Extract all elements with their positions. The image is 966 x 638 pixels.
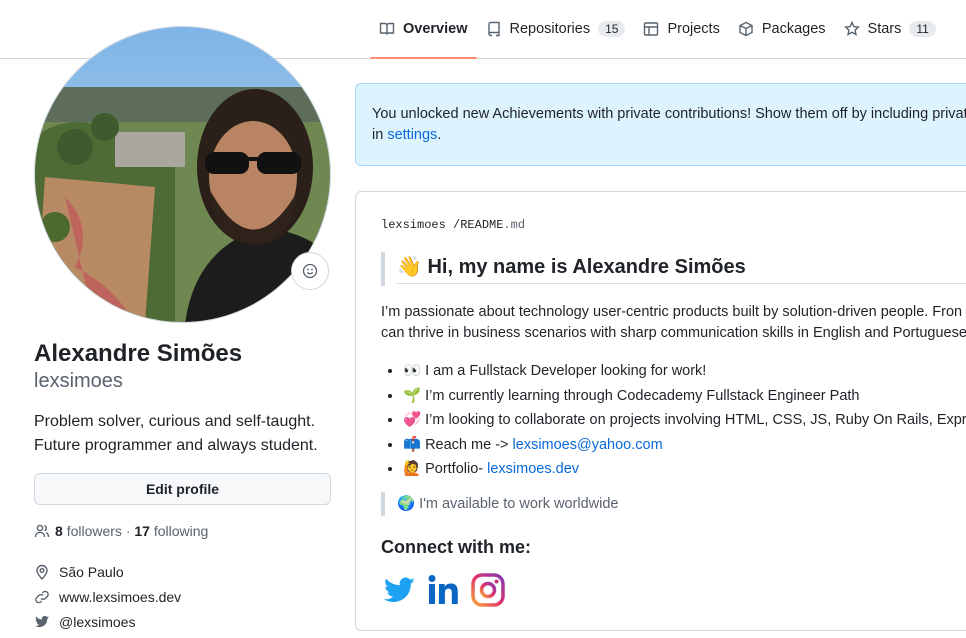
readme-card: lexsimoes /README.md 👋 Hi, my name is Al… xyxy=(355,191,966,631)
bullet-text: 🙋 Portfolio- xyxy=(403,461,484,477)
set-status-button[interactable] xyxy=(291,252,329,290)
bio-line: Problem solver, curious and self-taught. xyxy=(34,413,316,430)
tab-repositories[interactable]: Repositories 15 xyxy=(477,0,635,58)
location-icon xyxy=(36,564,48,580)
edit-profile-button[interactable]: Edit profile xyxy=(34,473,331,505)
banner-text2: in xyxy=(372,127,384,143)
book-icon xyxy=(379,22,395,35)
twitter-handle[interactable]: @lexsimoes xyxy=(59,614,135,630)
list-item: 🙋 Portfolio- lexsimoes.dev xyxy=(403,457,966,482)
avatar[interactable] xyxy=(34,26,331,323)
tab-stars-label: Stars xyxy=(867,21,902,37)
followers-label: followers xyxy=(66,523,122,539)
intro-line: I’m passionate about technology user-cen… xyxy=(381,304,963,320)
banner-line2: in settings. xyxy=(372,125,966,146)
following-link[interactable]: 17 following xyxy=(134,523,208,539)
list-item: 💞️ I’m looking to collaborate on project… xyxy=(403,408,966,433)
table-icon xyxy=(644,22,659,36)
readme-owner[interactable]: lexsimoes xyxy=(381,218,446,232)
connect-heading: Connect with me: xyxy=(381,537,532,557)
banner-tail: . xyxy=(437,127,442,143)
banner-text: You unlocked new Achievements with priva… xyxy=(372,106,966,122)
list-item: 👀 I am a Fullstack Developer looking for… xyxy=(403,359,966,384)
followers-link[interactable]: 8 followers xyxy=(55,523,122,539)
intro-line: can thrive in business scenarios with sh… xyxy=(381,325,966,341)
tab-packages[interactable]: Packages xyxy=(729,0,835,58)
repo-icon xyxy=(487,21,500,37)
follow-stats: 8 followers · 17 following xyxy=(34,523,208,539)
readme-path: lexsimoes /README.md xyxy=(381,218,525,232)
smiley-icon xyxy=(302,263,318,279)
website-link[interactable]: www.lexsimoes.dev xyxy=(59,589,181,605)
readme-file[interactable]: README xyxy=(460,218,503,232)
tab-list: Overview Repositories 15 Projects Packag… xyxy=(370,0,945,59)
bullet-text: 🌱 I’m currently learning through Codecad… xyxy=(403,387,860,404)
bullet-text: 💞️ I’m looking to collaborate on project… xyxy=(403,412,966,428)
location-text: São Paulo xyxy=(59,564,124,580)
stars-count: 11 xyxy=(909,21,936,37)
people-icon xyxy=(34,524,50,538)
tab-packages-label: Packages xyxy=(761,21,826,37)
profile-location: São Paulo xyxy=(34,564,124,580)
readme-bullet-list: 👀 I am a Fullstack Developer looking for… xyxy=(381,359,966,482)
linkedin-logo-icon[interactable] xyxy=(427,573,461,607)
readme-intro: I’m passionate about technology user-cen… xyxy=(381,302,966,344)
following-label: following xyxy=(153,523,209,539)
profile-twitter[interactable]: @lexsimoes xyxy=(34,614,135,630)
tab-repositories-label: Repositories xyxy=(509,21,591,37)
tab-projects[interactable]: Projects xyxy=(634,0,728,58)
following-count: 17 xyxy=(134,523,150,539)
profile-full-name: Alexandre Simões xyxy=(34,340,243,367)
list-item: 🌱 I’m currently learning through Codecad… xyxy=(403,384,966,409)
social-links xyxy=(383,573,505,607)
availability-quote: 🌍 I'm available to work worldwide xyxy=(381,492,619,516)
readme-ext: .md xyxy=(503,218,526,232)
avatar-photo xyxy=(35,27,330,322)
star-icon xyxy=(843,21,860,36)
tab-overview[interactable]: Overview xyxy=(370,0,477,59)
tab-projects-label: Projects xyxy=(667,21,720,37)
bio-line: Future programmer and always student. xyxy=(34,437,318,454)
tab-stars[interactable]: Stars 11 xyxy=(835,0,945,58)
twitter-icon xyxy=(35,615,49,628)
package-icon xyxy=(739,21,753,37)
tab-overview-label: Overview xyxy=(403,21,468,37)
list-item: 📫 Reach me -> lexsimoes@yahoo.com xyxy=(403,433,966,458)
followers-count: 8 xyxy=(55,523,63,539)
profile-username: lexsimoes xyxy=(34,370,123,392)
repositories-count: 15 xyxy=(598,21,626,37)
profile-website[interactable]: www.lexsimoes.dev xyxy=(34,589,181,605)
link-icon xyxy=(35,590,49,604)
email-link[interactable]: lexsimoes@yahoo.com xyxy=(513,437,663,453)
portfolio-link[interactable]: lexsimoes.dev xyxy=(487,461,579,477)
bullet-text: 👀 I am a Fullstack Developer looking for… xyxy=(403,363,707,379)
bullet-text: 📫 Reach me -> xyxy=(403,436,509,453)
instagram-logo-icon[interactable] xyxy=(471,573,505,607)
separator: · xyxy=(125,523,131,539)
twitter-logo-icon[interactable] xyxy=(383,573,417,607)
profile-bio: Problem solver, curious and self-taught.… xyxy=(34,410,334,458)
achievements-banner: You unlocked new Achievements with priva… xyxy=(355,83,966,166)
readme-heading: 👋 Hi, my name is Alexandre Simões xyxy=(397,252,966,284)
settings-link[interactable]: settings xyxy=(387,127,437,143)
readme-heading-block: 👋 Hi, my name is Alexandre Simões xyxy=(381,252,966,286)
